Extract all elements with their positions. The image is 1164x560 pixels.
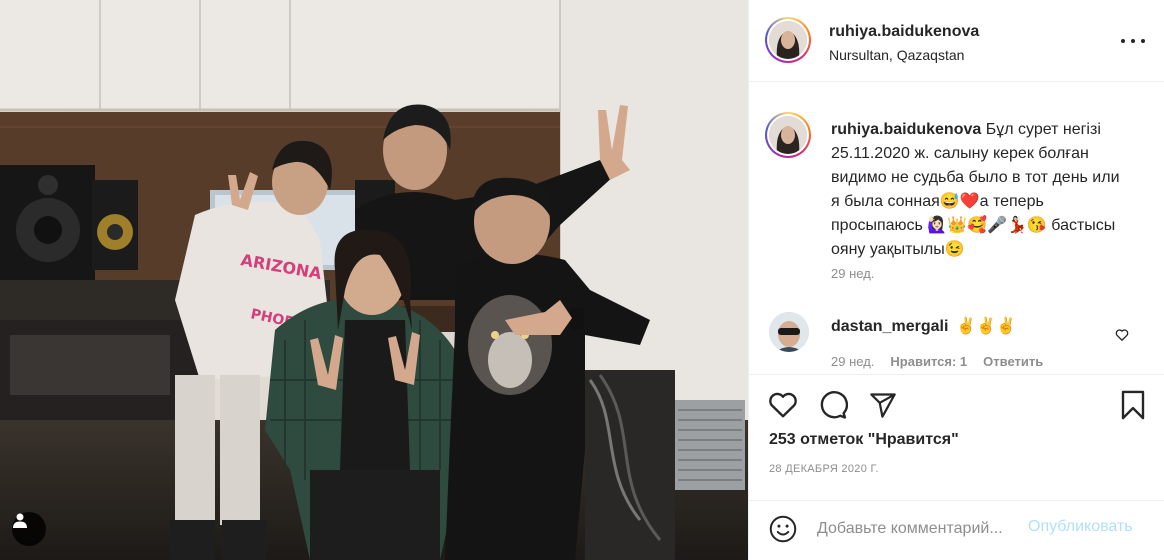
save-button[interactable] bbox=[1117, 389, 1149, 421]
comment-timestamp[interactable]: 29 нед. bbox=[831, 354, 874, 369]
user-tag-icon bbox=[13, 513, 27, 528]
comment-body: ✌️✌️✌️ bbox=[956, 318, 1017, 335]
comment-like-icon[interactable] bbox=[1115, 328, 1131, 344]
post-actions: 253 отметок "Нравится" 28 ДЕКАБРЯ 2020 Г… bbox=[749, 374, 1164, 486]
caption-body: Бұл сурет негізі 25.11.2020 ж. салыну ке… bbox=[831, 121, 1124, 258]
commenter-avatar-image bbox=[769, 312, 809, 352]
post-date[interactable]: 28 ДЕКАБРЯ 2020 Г. bbox=[769, 463, 879, 475]
share-button[interactable] bbox=[867, 389, 899, 421]
comment-reply-button[interactable]: Ответить bbox=[983, 354, 1043, 369]
emoji-button[interactable] bbox=[767, 513, 799, 545]
post-sidebar: ruhiya.baidukenova Nursultan, Qazaqstan … bbox=[748, 0, 1164, 560]
publish-button[interactable]: Опубликовать bbox=[1028, 518, 1133, 536]
paper-plane-icon bbox=[870, 393, 896, 418]
comment-input[interactable] bbox=[817, 515, 1023, 543]
comment-text-block: dastan_mergali ✌️✌️✌️ bbox=[831, 316, 1016, 336]
commenter-avatar[interactable] bbox=[769, 312, 809, 352]
post-photo[interactable]: ARIZONA PHOENIX bbox=[0, 0, 748, 560]
caption-author-avatar[interactable] bbox=[765, 112, 811, 158]
bookmark-icon bbox=[1121, 390, 1145, 420]
commenter-username[interactable]: dastan_mergali bbox=[831, 318, 948, 335]
more-dot bbox=[1121, 39, 1125, 43]
likes-count[interactable]: 253 отметок "Нравится" bbox=[769, 431, 959, 449]
author-avatar-image bbox=[769, 21, 807, 59]
author-avatar[interactable] bbox=[765, 17, 811, 63]
comment-meta: 29 нед. Нравится: 1 Ответить bbox=[831, 354, 1043, 369]
post-header: ruhiya.baidukenova Nursultan, Qazaqstan bbox=[749, 0, 1164, 82]
author-username[interactable]: ruhiya.baidukenova bbox=[829, 23, 979, 41]
more-dot bbox=[1141, 39, 1145, 43]
emoji-smiley-icon bbox=[769, 515, 797, 543]
comment-likes[interactable]: Нравится: 1 bbox=[890, 354, 967, 369]
more-options-icon[interactable] bbox=[1121, 34, 1145, 48]
caption-timestamp[interactable]: 29 нед. bbox=[831, 266, 874, 281]
comments-section: ruhiya.baidukenova Бұл сурет негізі 25.1… bbox=[749, 82, 1164, 374]
comment-button[interactable] bbox=[817, 389, 849, 421]
caption-username[interactable]: ruhiya.baidukenova bbox=[831, 121, 981, 138]
heart-icon bbox=[769, 392, 797, 418]
caption-avatar-image bbox=[769, 116, 807, 154]
photo-illustration: ARIZONA PHOENIX bbox=[0, 0, 748, 560]
comment-item: dastan_mergali ✌️✌️✌️ 29 нед. Нравится: 1… bbox=[765, 306, 1155, 374]
comment-bubble-icon bbox=[820, 391, 848, 419]
like-button[interactable] bbox=[767, 389, 799, 421]
heart-outline-icon bbox=[1115, 329, 1129, 341]
add-comment-bar: Опубликовать bbox=[749, 500, 1164, 560]
more-dot bbox=[1131, 39, 1135, 43]
post-location[interactable]: Nursultan, Qazaqstan bbox=[829, 47, 964, 63]
caption-text-block: ruhiya.baidukenova Бұл сурет негізі 25.1… bbox=[831, 118, 1131, 262]
user-tag-button[interactable] bbox=[12, 512, 46, 546]
